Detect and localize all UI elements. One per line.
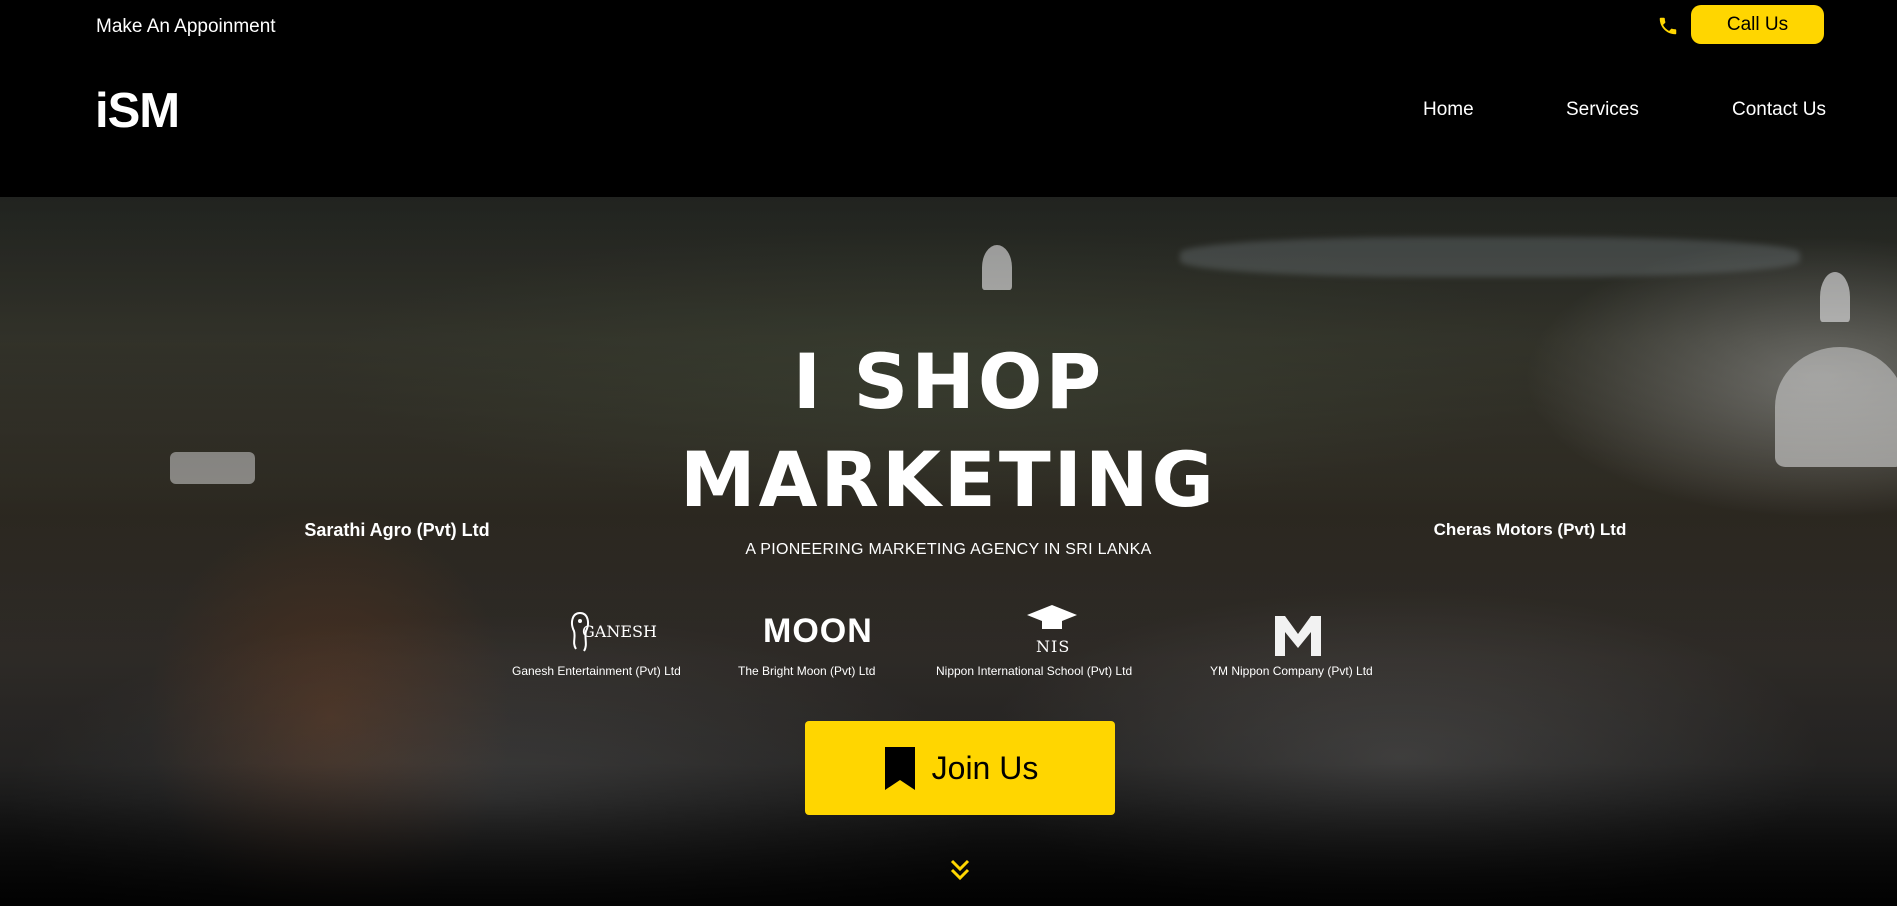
- client-logo-nippon-international-school: Nippon International School (Pvt) Ltd: [936, 664, 1133, 678]
- moon-logo-word: MOON: [763, 612, 873, 650]
- nis-logo-icon: [1027, 605, 1077, 629]
- nav-link-home[interactable]: Home: [1423, 99, 1474, 121]
- nav-link-contact-us[interactable]: Contact Us: [1732, 99, 1826, 121]
- hero-subtitle: A PIONEERING MARKETING AGENCY IN SRI LAN…: [745, 541, 1152, 558]
- client-logo-cheras-motors: Cheras Motors (Pvt) Ltd: [1433, 520, 1627, 539]
- join-us-button[interactable]: Join Us: [805, 721, 1115, 815]
- call-us-button[interactable]: Call Us: [1691, 5, 1824, 44]
- nis-logo-word: NIS: [1036, 637, 1071, 656]
- client-logo-ym-nippon: YM Nippon Company (Pvt) Ltd: [1210, 664, 1373, 678]
- phone-icon[interactable]: [1657, 15, 1679, 37]
- hero-title-line-2: MARKETING: [680, 435, 1217, 524]
- client-logo-bright-moon: The Bright Moon (Pvt) Ltd: [738, 664, 876, 678]
- hero-title-line-1: I SHOP: [792, 337, 1105, 426]
- chevrons-down-icon[interactable]: [947, 857, 973, 883]
- bookmark-icon: [884, 747, 915, 790]
- main-navbar: iSM Home Services Contact Us: [0, 55, 1897, 197]
- client-logo-sarathi-agro: Sarathi Agro (Pvt) Ltd: [304, 520, 490, 540]
- hero-section: I SHOP MARKETING A PIONEERING MARKETING …: [0, 197, 1897, 906]
- top-bar: Make An Appoinment Call Us: [0, 0, 1897, 55]
- site-logo[interactable]: iSM: [95, 83, 180, 139]
- client-logo-ganesh-entertainment: Ganesh Entertainment (Pvt) Ltd: [512, 664, 681, 678]
- join-us-label: Join Us: [931, 749, 1039, 786]
- nav-link-services[interactable]: Services: [1566, 99, 1639, 121]
- ganesh-logo-word: GANESH: [582, 622, 657, 641]
- ym-nippon-logo-icon: [1275, 616, 1321, 656]
- appointment-link[interactable]: Make An Appoinment: [96, 16, 276, 38]
